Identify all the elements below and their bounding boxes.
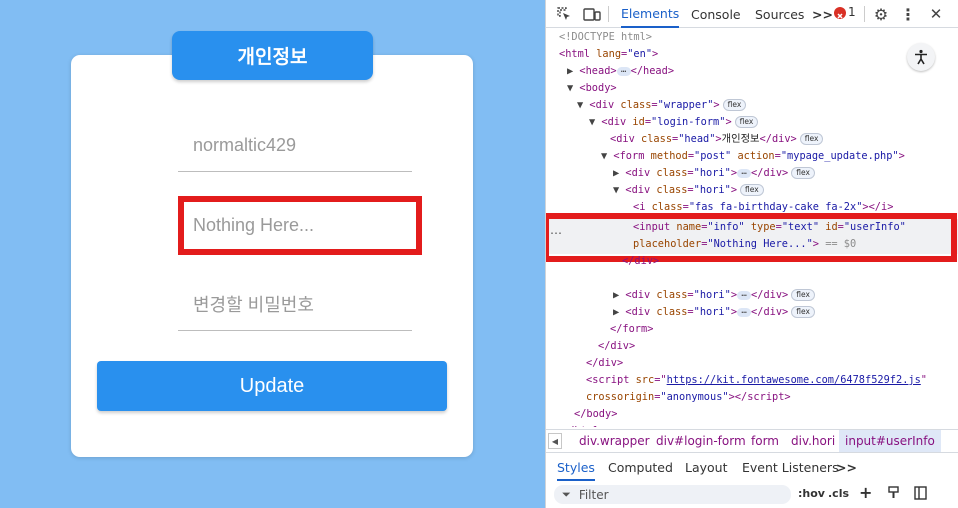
tab-computed[interactable]: Computed — [608, 454, 673, 481]
field-underline — [178, 330, 412, 331]
wrapper-div-node[interactable]: ▼ <div class="wrapper"> flex — [577, 97, 747, 114]
flex-badge[interactable]: flex — [734, 116, 759, 128]
tab-sources[interactable]: Sources — [755, 0, 804, 28]
close-div-line: </div> — [586, 357, 624, 369]
close-body-line: </body> — [574, 408, 618, 420]
more-options-icon[interactable]: ⋮ — [898, 4, 918, 24]
more-tabs-button[interactable]: >> — [836, 454, 857, 481]
flex-badge[interactable]: flex — [791, 289, 815, 301]
filter-input[interactable]: ⏷ Filter — [554, 485, 791, 504]
error-icon[interactable] — [834, 7, 846, 19]
field-underline — [178, 171, 412, 172]
input-highlight-box — [178, 196, 422, 255]
script-node-cont[interactable]: crossorigin="anonymous"></script> — [586, 389, 791, 406]
styles-tab-bar: Styles Computed Layout Event Listeners >… — [546, 454, 958, 481]
login-form-div-node[interactable]: ▼ <div id="login-form"> flex — [589, 114, 759, 131]
head-node[interactable]: ▶ <head>… </head> — [567, 63, 674, 80]
error-count[interactable]: 1 — [848, 5, 856, 19]
hover-state-button[interactable]: :hov — [798, 487, 825, 500]
script-src-link[interactable]: https://kit.fontawesome.com/6478f529f2.j… — [667, 374, 921, 386]
body-node[interactable]: ▼ <body> — [567, 80, 617, 97]
flex-badge[interactable]: flex — [740, 184, 764, 196]
dom-tree: … <!DOCTYPE html> <html lang="en"> ▶ <he… — [546, 29, 958, 427]
doctype-line: <!DOCTYPE html> — [559, 31, 652, 43]
head-div-node[interactable]: <div class="head">개인정보</div> flex — [610, 131, 824, 148]
filter-icon: ⏷ — [562, 487, 571, 501]
password-input[interactable]: 변경할 비밀번호 — [193, 286, 411, 322]
close-form-line: </form> — [610, 323, 654, 335]
breadcrumb-item[interactable]: form — [751, 430, 779, 452]
hori-div-node-open[interactable]: ▼ <div class="hori"> flex — [613, 182, 764, 199]
scroll-left-icon[interactable]: ◀ — [548, 433, 562, 449]
hori-div-node[interactable]: ▶ <div class="hori">… </div> flex — [613, 287, 815, 304]
tab-layout[interactable]: Layout — [685, 454, 728, 481]
filter-placeholder: Filter — [578, 487, 609, 502]
tab-styles[interactable]: Styles — [557, 454, 595, 481]
breadcrumb: ◀ div.wrapper div#login-form form div.ho… — [546, 429, 958, 453]
breadcrumb-item[interactable]: div.wrapper — [579, 430, 650, 452]
flex-badge[interactable]: flex — [722, 99, 747, 111]
user-id-field[interactable]: normaltic429 — [193, 127, 411, 163]
flex-badge[interactable]: flex — [791, 167, 815, 179]
tab-console[interactable]: Console — [691, 0, 741, 28]
script-node[interactable]: <script src="https://kit.fontawesome.com… — [586, 372, 927, 389]
toolbar-divider — [608, 6, 609, 22]
accessibility-icon[interactable] — [907, 43, 935, 71]
breadcrumb-item[interactable]: div.hori — [791, 430, 835, 452]
close-icon[interactable]: ✕ — [926, 4, 946, 24]
toggle-sidebar-icon[interactable] — [914, 486, 927, 503]
update-button[interactable]: Update — [97, 361, 447, 411]
code-highlight-box — [546, 213, 957, 262]
breadcrumb-item-active[interactable]: input#userInfo — [839, 430, 941, 452]
paint-icon[interactable] — [887, 486, 900, 503]
toolbar-divider — [864, 6, 865, 22]
flex-badge[interactable]: flex — [799, 133, 824, 145]
new-rule-button[interactable]: + — [859, 483, 872, 502]
page-viewport: 개인정보 normaltic429 Nothing Here... 변경할 비밀… — [0, 0, 545, 508]
close-div-line: </div> — [598, 340, 636, 352]
inspect-element-icon[interactable] — [554, 4, 574, 24]
devtools-toolbar: Elements Console Sources >> 1 ⚙ ⋮ ✕ — [546, 0, 958, 28]
page-title: 개인정보 — [172, 31, 373, 80]
tab-event-listeners[interactable]: Event Listeners — [742, 454, 839, 481]
hori-div-node[interactable]: ▶ <div class="hori">… </div> flex — [613, 165, 815, 182]
hori-div-node[interactable]: ▶ <div class="hori">… </div> flex — [613, 304, 815, 321]
tab-elements[interactable]: Elements — [621, 0, 680, 28]
filter-bar: ⏷ Filter :hov .cls + — [546, 481, 958, 508]
close-div-line: </div> — [622, 255, 660, 267]
class-toggle-button[interactable]: .cls — [828, 487, 849, 500]
device-toolbar-icon[interactable] — [582, 4, 602, 24]
gear-icon[interactable]: ⚙ — [871, 4, 891, 24]
devtools-panel: Elements Console Sources >> 1 ⚙ ⋮ ✕ … <!… — [545, 0, 958, 508]
more-tabs-button[interactable]: >> — [812, 0, 833, 28]
flex-badge[interactable]: flex — [791, 306, 815, 318]
form-node[interactable]: ▼ <form method="post" action="mypage_upd… — [601, 148, 905, 165]
html-node[interactable]: <html lang="en"> — [559, 46, 658, 63]
close-html-line: </html> — [562, 423, 605, 427]
breadcrumb-item[interactable]: div#login-form — [656, 430, 746, 452]
